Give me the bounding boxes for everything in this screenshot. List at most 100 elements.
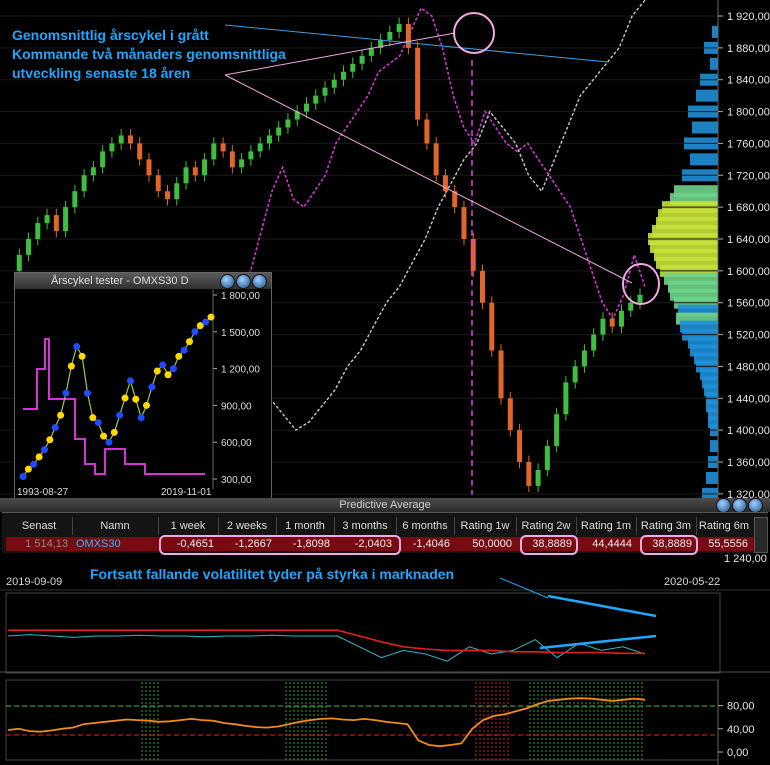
candle-body [174, 183, 180, 200]
candle-body [331, 79, 337, 88]
cell-rating-6m: 55,5556 [708, 538, 748, 550]
inset-tick-label: 900,00 [221, 401, 252, 412]
candle-body [618, 310, 624, 327]
inset-signal-dot [46, 436, 54, 444]
predictive-average-title-bar[interactable]: Predictive Average [0, 498, 770, 513]
candle-body [211, 143, 217, 160]
highlight-box-rating-2w [520, 535, 578, 555]
inset-signal-dot [94, 419, 102, 427]
inset-signal-dot [105, 438, 113, 446]
inset-close-button[interactable] [252, 274, 267, 289]
col-header[interactable]: 1 month [276, 517, 335, 535]
candle-body [35, 223, 41, 239]
col-header[interactable]: 2 weeks [218, 517, 277, 535]
volume-profile-bar [706, 471, 718, 484]
candle-body [220, 143, 226, 152]
cell-6months: -1,4046 [412, 538, 450, 550]
candle-body [350, 63, 356, 72]
inset-signal-dot [137, 414, 145, 422]
inset-signal-dot [35, 453, 43, 461]
col-header[interactable]: 3 months [334, 517, 397, 535]
col-header[interactable]: Rating 1m [576, 517, 637, 535]
annotation-line-1: Genomsnittlig årscykel i grått [12, 27, 209, 43]
cell-namn[interactable]: OMXS30 [76, 537, 136, 551]
y-tick-label: 1 560,00 [727, 298, 770, 310]
cell-rating-1w: 50,0000 [472, 538, 512, 550]
inset-signal-dot [83, 389, 91, 397]
inset-signal-dot [202, 318, 210, 326]
pred-close-button[interactable] [748, 498, 763, 513]
candle-body [146, 159, 152, 176]
inset-signal-dot [30, 460, 38, 468]
inset-signal-dot [207, 313, 215, 321]
candle-body [581, 350, 587, 367]
col-header[interactable]: Senast [6, 517, 73, 535]
volume-profile-bar [710, 57, 718, 70]
volume-profile-bar [712, 25, 718, 38]
candle-body [192, 167, 198, 176]
y-tick-label: 1 400,00 [727, 425, 770, 437]
inset-signal-dot [159, 361, 167, 369]
inset-maximize-button[interactable] [236, 274, 251, 289]
candle-body [285, 119, 291, 128]
inset-signal-dot [180, 346, 188, 354]
candle-body [44, 215, 50, 224]
candle-body [229, 151, 235, 168]
y-tick-label: 1 680,00 [727, 202, 770, 214]
candle-body [507, 398, 513, 431]
col-header[interactable]: 1 week [158, 517, 219, 535]
candle-body [341, 71, 347, 80]
candle-body [554, 414, 560, 447]
col-header[interactable]: 6 months [396, 517, 455, 535]
highlight-box-rating-3m [640, 535, 698, 555]
col-header[interactable]: Rating 6m [696, 517, 752, 535]
cell-rating-1m: 44,4444 [592, 538, 632, 550]
inset-signal-dot [186, 338, 194, 346]
inset-signal-dot [40, 446, 48, 454]
candle-body [63, 207, 69, 232]
candle-body [591, 334, 597, 351]
inset-minimize-button[interactable] [220, 274, 235, 289]
y-tick-label: 1 760,00 [727, 138, 770, 150]
col-header[interactable]: Rating 2w [516, 517, 577, 535]
y-tick-label: 1 520,00 [727, 330, 770, 342]
candle-body [517, 430, 523, 462]
candle-body [498, 350, 504, 399]
candle-body [359, 55, 365, 64]
osc-tick-label: 80,00 [727, 701, 755, 713]
volume-profile-bar [696, 89, 718, 102]
table-scrollbar[interactable] [754, 517, 768, 553]
candle-body [276, 127, 282, 136]
candle-body [137, 143, 143, 160]
candle-body [313, 95, 319, 104]
candle-body [628, 302, 634, 311]
y-tick-label: 1 720,00 [727, 170, 770, 182]
y-tick-label: 1 440,00 [727, 393, 770, 405]
candle-body [563, 382, 569, 415]
inset-tick-label: 1 500,00 [221, 328, 260, 339]
inset-signal-dot [121, 394, 129, 402]
candle-body [424, 119, 430, 144]
inset-signal-dot [62, 389, 70, 397]
inset-signal-dot [126, 377, 134, 385]
candle-body [600, 318, 606, 335]
col-header[interactable]: Rating 3m [636, 517, 697, 535]
y-tick-label: 1 360,00 [727, 457, 770, 469]
col-header[interactable]: Rating 1w [454, 517, 517, 535]
candle-body [155, 175, 161, 192]
inset-title-bar[interactable]: Årscykel tester - OMXS30 D [15, 273, 271, 289]
candle-body [322, 87, 328, 96]
col-header[interactable]: Namn [72, 517, 159, 535]
candle-body [405, 23, 411, 48]
annotation-cycle-text: Genomsnittlig årscykel i grått Kommande … [12, 26, 286, 83]
y-tick-label: 1 480,00 [727, 361, 770, 373]
pred-maximize-button[interactable] [732, 498, 747, 513]
date-start: 2019-09-09 [6, 576, 63, 588]
pred-minimize-button[interactable] [716, 498, 731, 513]
candle-body [72, 191, 78, 208]
inset-signal-dot [57, 411, 65, 419]
inset-signal-dot [169, 365, 177, 373]
y-tick-label: 1 640,00 [727, 234, 770, 246]
osc-tick-label: 0,00 [727, 747, 748, 759]
predictive-average-table: Senast Namn 1 week 2 weeks 1 month 3 mon… [2, 512, 768, 555]
